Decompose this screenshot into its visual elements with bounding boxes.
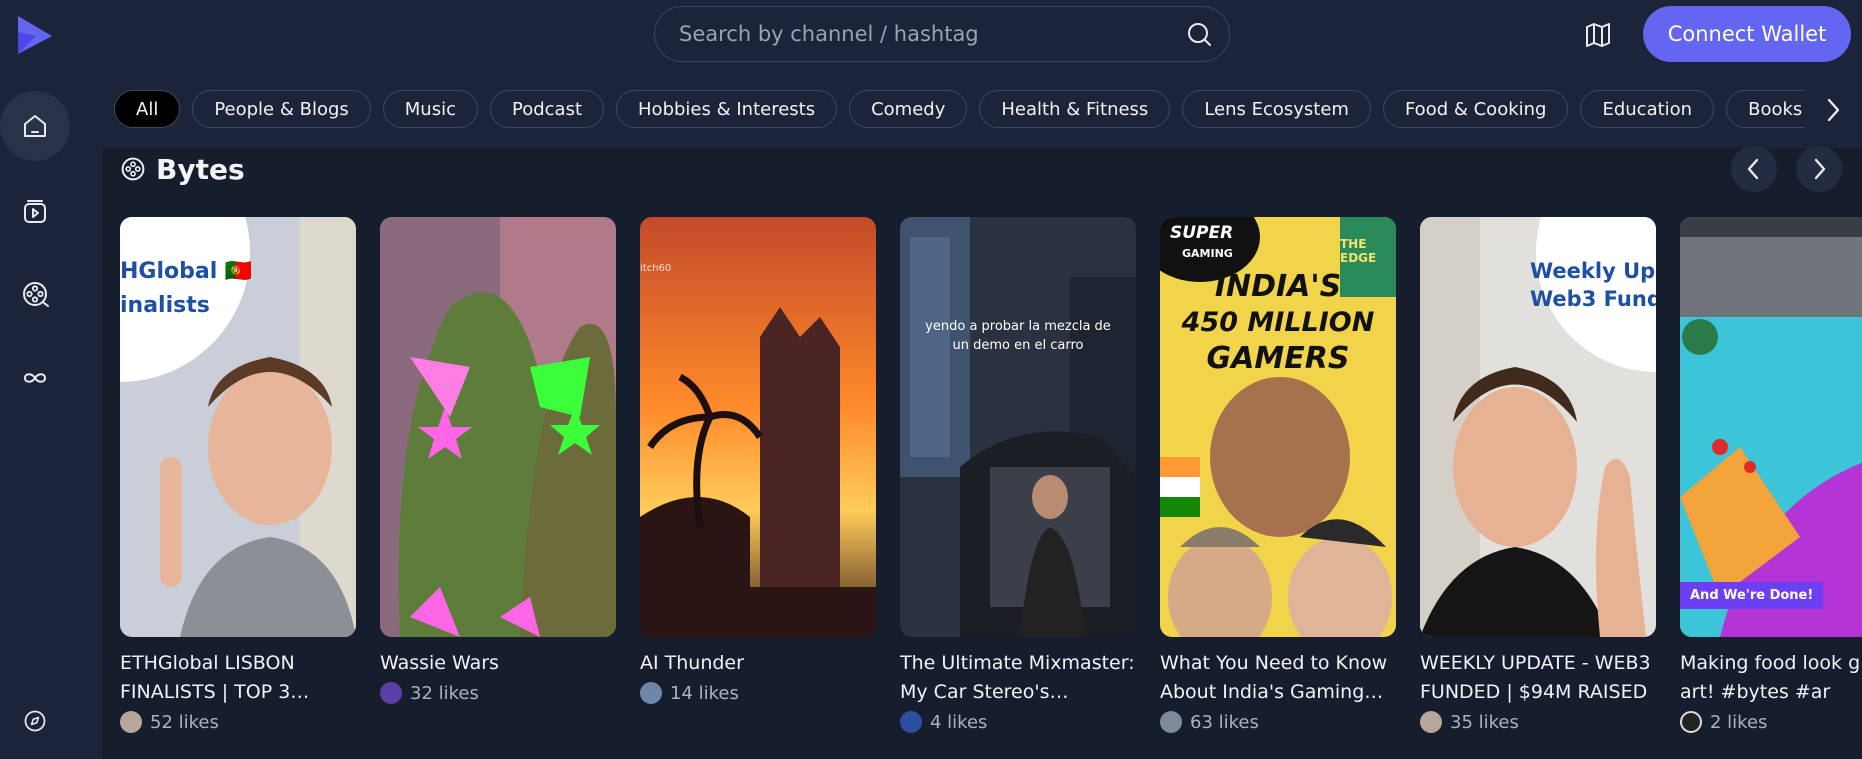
category-chip-music[interactable]: Music [382,90,478,128]
bytes-carousel: HGlobal 🇵🇹 inalists ETHGlobal LISBON FIN… [120,217,1862,757]
likes-count: 4 likes [930,711,988,733]
overlay-text: GAMING [1182,247,1233,260]
byte-card[interactable]: And We're Done! Making food look g an ar… [1680,217,1862,733]
category-chip-health[interactable]: Health & Fitness [979,90,1171,128]
byte-title[interactable]: Making food look g an art! #bytes #ar [1680,649,1862,707]
likes-count: 14 likes [670,682,739,704]
sidebar-lens-button[interactable] [0,343,70,413]
byte-card[interactable]: SUPER GAMING THE EDGE INDIA'S 450 MILLIO… [1160,217,1396,733]
avatar[interactable] [1680,711,1702,733]
overlay-text: INDIA'S [1214,269,1342,304]
search-bar[interactable] [654,6,1230,62]
feed-icon [24,200,46,223]
category-chip-comedy[interactable]: Comedy [849,90,968,128]
overlay-text: Weekly Upd [1530,259,1656,283]
byte-likes: 4 likes [900,711,1136,733]
infinity-icon [23,373,47,383]
byte-card[interactable]: HGlobal 🇵🇹 inalists ETHGlobal LISBON FIN… [120,217,356,733]
byte-thumbnail[interactable]: HGlobal 🇵🇹 inalists [120,217,356,637]
byte-title[interactable]: WEEKLY UPDATE - WEB3 FUNDED | $94M RAISE… [1420,649,1656,707]
category-next-button[interactable] [1804,90,1862,130]
category-chip-people-blogs[interactable]: People & Blogs [192,90,371,128]
byte-likes: 14 likes [640,682,876,704]
home-icon [24,115,46,137]
overlay-text: 450 MILLION [1181,307,1375,338]
likes-count: 52 likes [150,711,219,733]
sidebar-explore-button[interactable] [0,696,70,746]
avatar[interactable] [120,711,142,733]
search-icon[interactable] [1185,20,1213,48]
category-chip-education[interactable]: Education [1580,90,1715,128]
likes-count: 32 likes [410,682,479,704]
byte-likes: 52 likes [120,711,356,733]
byte-title[interactable]: ETHGlobal LISBON FINALISTS | TOP 3… [120,649,356,707]
byte-card[interactable]: yendo a probar la mezcla de un demo en e… [900,217,1136,733]
byte-title[interactable]: AI Thunder [640,649,876,678]
overlay-text: GAMERS [1206,341,1350,376]
avatar[interactable] [640,682,662,704]
likes-count: 35 likes [1450,711,1519,733]
byte-likes: 2 likes [1680,711,1862,733]
category-bar: All People & Blogs Music Podcast Hobbies… [114,90,1804,130]
overlay-text: itch60 [640,263,672,274]
overlay-text: yendo a probar la mezcla de [925,319,1111,334]
connect-wallet-button[interactable]: Connect Wallet [1643,6,1851,62]
byte-likes: 35 likes [1420,711,1656,733]
byte-thumbnail[interactable]: SUPER GAMING THE EDGE INDIA'S 450 MILLIO… [1160,217,1396,637]
category-chip-hobbies[interactable]: Hobbies & Interests [616,90,838,128]
section-header: Bytes [120,150,245,188]
overlay-text: SUPER [1170,223,1234,243]
byte-thumbnail[interactable]: Weekly Upd Web3 Fund [1420,217,1656,637]
sidebar-feed-button[interactable] [0,176,70,246]
byte-likes: 63 likes [1160,711,1396,733]
category-chip-lens[interactable]: Lens Ecosystem [1182,90,1371,128]
overlay-text: HGlobal 🇵🇹 [120,259,253,284]
search-input[interactable] [679,22,1185,46]
scroll-left-button[interactable] [1731,146,1777,192]
section-title: Bytes [156,152,245,186]
byte-likes: 32 likes [380,682,616,704]
byte-thumbnail[interactable] [380,217,616,637]
likes-count: 63 likes [1190,711,1259,733]
category-chip-podcast[interactable]: Podcast [490,90,605,128]
chevron-right-icon [1827,98,1840,122]
scroll-right-button[interactable] [1796,146,1842,192]
byte-card[interactable]: Weekly Upd Web3 Fund WEEKLY UPDATE - WEB… [1420,217,1656,733]
likes-count: 2 likes [1710,711,1768,733]
category-chip-books[interactable]: Books & Liter [1726,90,1804,128]
chevron-right-icon [1814,158,1826,180]
compass-icon [24,710,46,732]
avatar[interactable] [1420,711,1442,733]
chevron-left-icon [1747,158,1759,180]
overlay-text: Web3 Fund [1530,287,1656,311]
film-reel-icon [121,157,145,181]
overlay-text: THE EDGE [1340,237,1377,265]
byte-title[interactable]: The Ultimate Mixmaster: My Car Stereo's … [900,649,1136,707]
avatar[interactable] [900,711,922,733]
category-chip-all[interactable]: All [114,90,181,128]
overlay-text: inalists [120,293,210,318]
lenstube-logo-icon[interactable] [16,14,54,56]
byte-title[interactable]: Wassie Wars [380,649,616,678]
byte-thumbnail[interactable]: yendo a probar la mezcla de un demo en e… [900,217,1136,637]
overlay-badge: And We're Done! [1680,582,1824,609]
byte-thumbnail[interactable]: itch60 [640,217,876,637]
category-chip-food[interactable]: Food & Cooking [1382,90,1569,128]
sidebar-bytes-button[interactable] [0,259,70,329]
byte-card[interactable]: itch60 AI Thunder 14 likes [640,217,876,704]
sidebar [0,0,102,759]
byte-card[interactable]: Wassie Wars 32 likes [380,217,616,704]
avatar[interactable] [380,682,402,704]
avatar[interactable] [1160,711,1182,733]
byte-thumbnail[interactable]: And We're Done! [1680,217,1862,637]
map-icon[interactable] [1583,20,1613,50]
byte-title[interactable]: What You Need to Know About India's Gami… [1160,649,1396,707]
sidebar-home-button[interactable] [0,91,70,161]
overlay-text: un demo en el carro [952,338,1084,353]
film-reel-icon [23,282,49,307]
